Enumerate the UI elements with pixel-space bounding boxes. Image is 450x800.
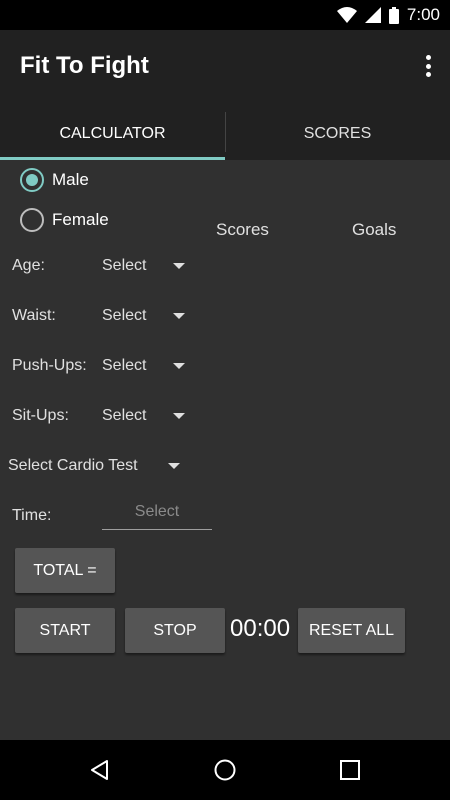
navigation-bar — [0, 740, 450, 800]
wifi-icon — [336, 7, 357, 23]
reset-all-button[interactable]: RESET ALL — [298, 608, 405, 653]
status-bar: 7:00 — [0, 0, 450, 30]
age-spinner[interactable]: Select — [102, 257, 186, 275]
dropdown-arrow-icon — [173, 413, 186, 419]
radio-female-label: Female — [52, 210, 109, 229]
total-button[interactable]: TOTAL = — [15, 548, 115, 593]
timer-display: 00:00 — [230, 615, 291, 642]
tab-scores[interactable]: SCORES — [225, 108, 450, 160]
dropdown-arrow-icon — [167, 463, 180, 469]
waist-spinner[interactable]: Select — [102, 307, 186, 325]
time-input[interactable]: Select — [102, 503, 212, 530]
radio-female[interactable]: Female — [20, 208, 109, 232]
start-button[interactable]: START — [15, 608, 115, 653]
waist-label: Waist: — [12, 307, 56, 324]
status-icons: 7:00 — [336, 5, 440, 25]
dropdown-arrow-icon — [173, 263, 186, 269]
battery-icon — [388, 6, 399, 24]
tab-calculator[interactable]: CALCULATOR — [0, 108, 225, 160]
back-icon[interactable] — [85, 755, 115, 785]
home-icon[interactable] — [210, 755, 240, 785]
age-label: Age: — [12, 257, 45, 274]
age-value: Select — [102, 257, 147, 274]
radio-male-label: Male — [52, 170, 89, 189]
goals-column-header: Goals — [352, 220, 397, 239]
radio-unchecked-icon[interactable] — [20, 208, 44, 232]
tab-indicator — [0, 157, 225, 160]
situps-spinner[interactable]: Select — [102, 407, 186, 425]
pushups-spinner[interactable]: Select — [102, 357, 186, 375]
pushups-value: Select — [102, 357, 147, 374]
dropdown-arrow-icon — [173, 313, 186, 319]
signal-icon — [364, 7, 381, 23]
situps-value: Select — [102, 407, 147, 424]
cardio-test-value: Select Cardio Test — [8, 457, 138, 474]
dropdown-arrow-icon — [173, 363, 186, 369]
more-vert-icon[interactable] — [420, 52, 436, 80]
radio-checked-icon[interactable] — [20, 168, 44, 192]
pushups-label: Push-Ups: — [12, 357, 87, 374]
time-placeholder: Select — [134, 503, 180, 520]
stop-button[interactable]: STOP — [125, 608, 225, 653]
situps-label: Sit-Ups: — [12, 407, 69, 424]
status-time: 7:00 — [406, 5, 440, 24]
waist-value: Select — [102, 307, 147, 324]
recents-icon[interactable] — [335, 755, 365, 785]
time-label: Time: — [12, 507, 52, 524]
scores-column-header: Scores — [216, 220, 269, 239]
app-bar: Fit To Fight — [0, 30, 450, 108]
tab-bar: CALCULATOR SCORES — [0, 108, 450, 160]
radio-male[interactable]: Male — [20, 168, 89, 192]
app-title: Fit To Fight — [20, 52, 149, 79]
cardio-test-spinner[interactable]: Select Cardio Test — [8, 457, 180, 475]
